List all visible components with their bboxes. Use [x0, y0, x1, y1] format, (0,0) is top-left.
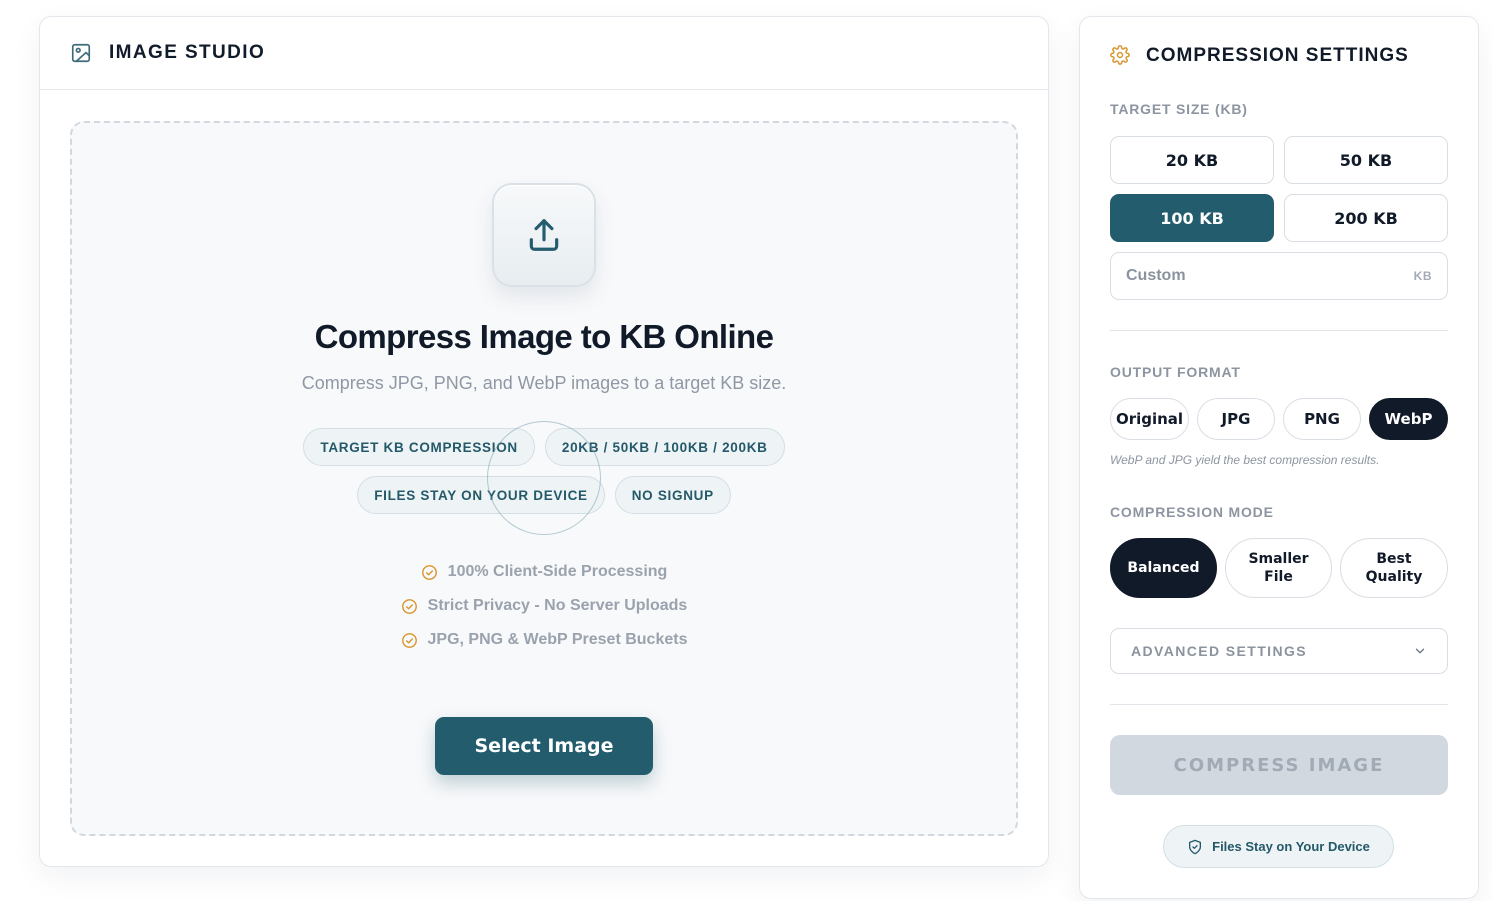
- settings-header: COMPRESSION SETTINGS: [1110, 45, 1409, 67]
- feature-list: 100% Client-Side Processing Strict Priva…: [72, 555, 1016, 657]
- format-hint: WebP and JPG yield the best compression …: [1110, 453, 1380, 467]
- studio-title: IMAGE STUDIO: [109, 42, 266, 63]
- chip-target-kb: TARGET KB COMPRESSION: [303, 428, 535, 466]
- select-image-button[interactable]: Select Image: [435, 717, 653, 775]
- upload-dropzone[interactable]: Compress Image to KB Online Compress JPG…: [70, 121, 1018, 836]
- studio-header: IMAGE STUDIO: [40, 17, 1048, 90]
- compression-mode-label: COMPRESSION MODE: [1110, 504, 1274, 520]
- check-circle-icon: [401, 632, 418, 649]
- compression-mode-options: Balanced Smaller File Best Quality: [1110, 538, 1448, 598]
- custom-size-unit: KB: [1413, 269, 1432, 283]
- feature-chips-row-1: TARGET KB COMPRESSION 20KB / 50KB / 100K…: [72, 428, 1016, 466]
- chip-kb-presets: 20KB / 50KB / 100KB / 200KB: [544, 428, 785, 466]
- mode-option-balanced[interactable]: Balanced: [1110, 538, 1217, 598]
- settings-title: COMPRESSION SETTINGS: [1146, 45, 1409, 66]
- chevron-down-icon: [1413, 644, 1427, 658]
- size-option-50kb[interactable]: 50 KB: [1284, 136, 1448, 184]
- mode-option-best-quality[interactable]: Best Quality: [1340, 538, 1448, 598]
- advanced-settings-toggle[interactable]: ADVANCED SETTINGS: [1110, 628, 1448, 674]
- custom-size-field[interactable]: KB: [1110, 252, 1448, 300]
- mode-option-smaller-file[interactable]: Smaller File: [1225, 538, 1332, 598]
- feature-text: JPG, PNG & WebP Preset Buckets: [427, 631, 688, 648]
- feature-text: Strict Privacy - No Server Uploads: [427, 597, 688, 614]
- size-option-200kb[interactable]: 200 KB: [1284, 194, 1448, 242]
- compression-settings-panel: COMPRESSION SETTINGS TARGET SIZE (KB) 20…: [1079, 16, 1479, 899]
- image-icon: [70, 42, 92, 64]
- divider: [1110, 330, 1448, 331]
- feature-item: 100% Client-Side Processing: [72, 555, 1016, 589]
- divider: [1110, 704, 1448, 705]
- feature-item: JPG, PNG & WebP Preset Buckets: [72, 623, 1016, 657]
- dropzone-title: Compress Image to KB Online: [314, 318, 774, 355]
- output-format-label: OUTPUT FORMAT: [1110, 364, 1241, 380]
- target-size-options: 20 KB 50 KB 100 KB 200 KB: [1110, 136, 1448, 242]
- size-option-100kb[interactable]: 100 KB: [1110, 194, 1274, 242]
- check-circle-icon: [421, 564, 438, 581]
- privacy-badge-text: Files Stay on Your Device: [1212, 839, 1370, 854]
- advanced-settings-label: ADVANCED SETTINGS: [1131, 643, 1307, 659]
- shield-check-icon: [1187, 839, 1203, 855]
- format-option-jpg[interactable]: JPG: [1197, 398, 1275, 440]
- upload-tile[interactable]: [492, 183, 596, 287]
- feature-chips-row-2: FILES STAY ON YOUR DEVICE NO SIGNUP: [72, 476, 1016, 514]
- check-circle-icon: [401, 598, 418, 615]
- privacy-badge: Files Stay on Your Device: [1163, 825, 1394, 868]
- feature-text: 100% Client-Side Processing: [447, 563, 668, 580]
- image-studio-panel: IMAGE STUDIO Compress Image to KB Online…: [39, 16, 1049, 867]
- compress-image-button[interactable]: COMPRESS IMAGE: [1110, 735, 1448, 795]
- target-size-label: TARGET SIZE (KB): [1110, 101, 1248, 117]
- feature-item: Strict Privacy - No Server Uploads: [72, 589, 1016, 623]
- size-option-20kb[interactable]: 20 KB: [1110, 136, 1274, 184]
- upload-icon: [525, 216, 563, 254]
- output-format-options: Original JPG PNG WebP: [1110, 398, 1448, 440]
- gear-icon: [1110, 45, 1132, 67]
- format-option-png[interactable]: PNG: [1283, 398, 1361, 440]
- dropzone-subtitle: Compress JPG, PNG, and WebP images to a …: [301, 373, 787, 393]
- chip-no-signup: NO SIGNUP: [614, 476, 731, 514]
- format-option-original[interactable]: Original: [1110, 398, 1189, 440]
- format-option-webp[interactable]: WebP: [1369, 398, 1448, 440]
- custom-size-input[interactable]: [1126, 267, 1414, 285]
- chip-files-stay: FILES STAY ON YOUR DEVICE: [357, 476, 605, 514]
